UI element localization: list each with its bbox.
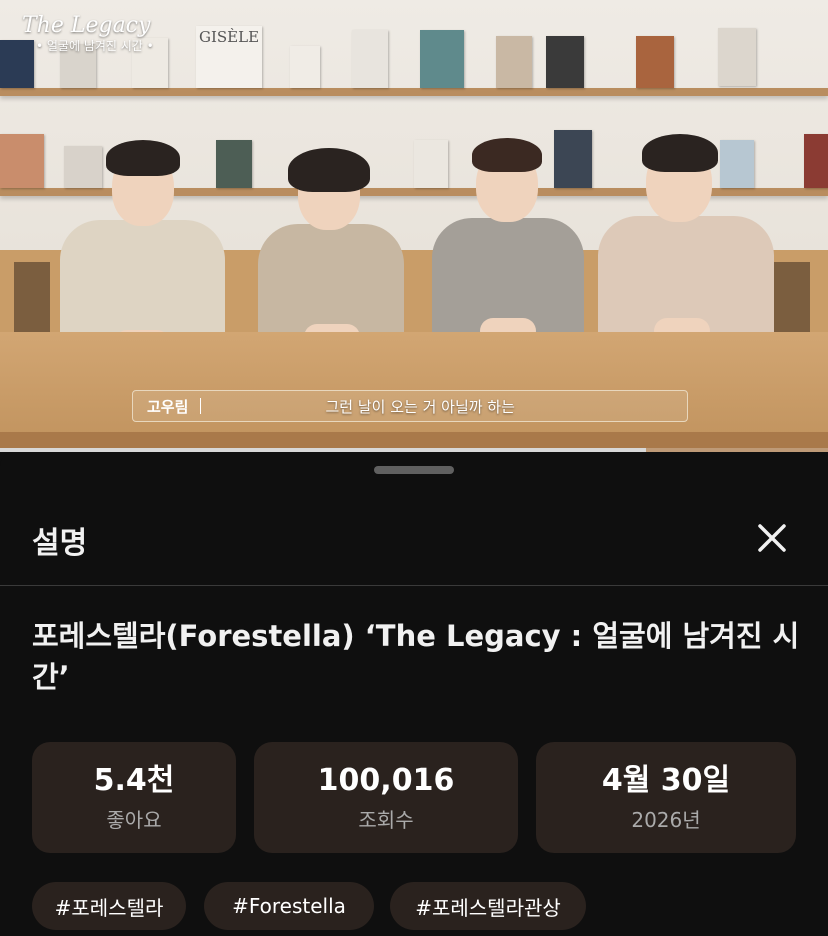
- book: [0, 134, 44, 188]
- close-button[interactable]: [752, 518, 792, 558]
- book: [352, 30, 388, 88]
- book-giselle: GISÈLE: [196, 26, 262, 88]
- likes-count: 5.4천: [93, 763, 175, 798]
- person-2: [258, 148, 404, 353]
- views-count: 100,016: [317, 763, 455, 798]
- sheet-title: 설명: [32, 526, 88, 561]
- sheet-drag-handle[interactable]: [374, 466, 454, 474]
- book: [546, 36, 584, 88]
- show-logo: The Legacy • 얼굴에 남겨진 시간 •: [22, 14, 154, 54]
- book: [290, 46, 320, 88]
- description-sheet: 설명 포레스텔라(Forestella) ‘The Legacy : 얼굴에 남…: [0, 452, 828, 936]
- person-4: [598, 134, 774, 354]
- logo-subtitle: • 얼굴에 남겨진 시간 •: [36, 39, 154, 53]
- upper-shelf: [0, 88, 828, 96]
- book: [636, 36, 674, 88]
- hashtag-forestella-kr[interactable]: #포레스텔라: [32, 882, 186, 930]
- logo-title: The Legacy: [22, 13, 151, 38]
- video-player[interactable]: GISÈLE The Legacy • 얼굴에 남겨진 시간 • 고우림 그런 …: [0, 0, 828, 452]
- upload-date-stat: 4월 30일 2026년: [536, 742, 796, 853]
- views-stat: 100,016 조회수: [254, 742, 518, 853]
- hashtag-forestella-en[interactable]: #Forestella: [204, 882, 374, 930]
- cabinet-slot: [14, 262, 50, 342]
- book: [718, 28, 756, 86]
- upload-date: 4월 30일: [601, 763, 731, 798]
- views-label: 조회수: [358, 808, 414, 832]
- likes-stat: 5.4천 좋아요: [32, 742, 236, 853]
- book: [420, 30, 464, 88]
- subtitle-caption: 고우림 그런 날이 오는 거 아닐까 하는: [132, 390, 688, 422]
- cabinet-slot: [770, 262, 810, 342]
- likes-label: 좋아요: [106, 808, 162, 832]
- book: [804, 134, 828, 188]
- sheet-divider: [0, 585, 828, 586]
- book: [496, 36, 532, 88]
- upload-year: 2026년: [631, 808, 701, 832]
- caption-text: 그런 날이 오는 거 아닐까 하는: [325, 397, 515, 416]
- caption-speaker: 고우림: [147, 397, 189, 416]
- video-title: 포레스텔라(Forestella) ‘The Legacy : 얼굴에 남겨진 …: [32, 619, 800, 694]
- person-3: [432, 138, 584, 350]
- hashtag-forestella-gwansang[interactable]: #포레스텔라관상: [390, 882, 586, 930]
- person-1: [60, 140, 225, 360]
- close-icon: [758, 524, 786, 552]
- caption-divider: [200, 398, 202, 414]
